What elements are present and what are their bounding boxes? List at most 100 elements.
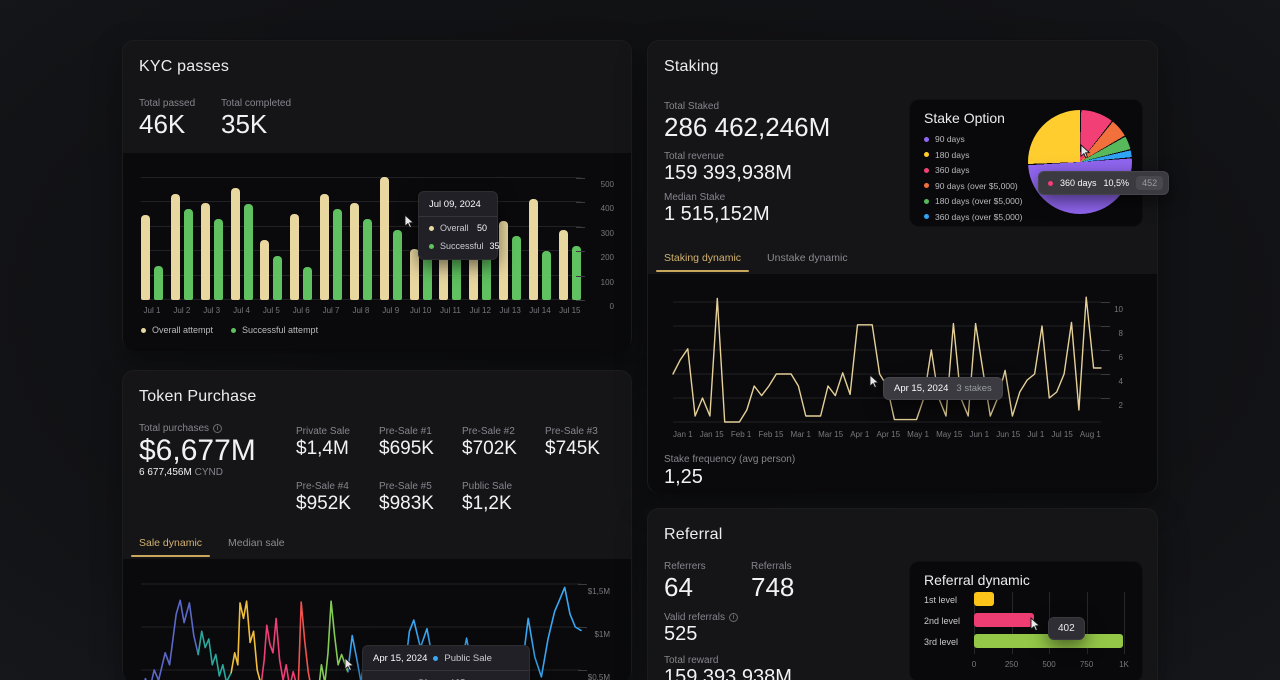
axis-label: 750: [1072, 660, 1102, 669]
bar-group[interactable]: Jul 9: [380, 177, 402, 300]
tab-staking-dynamic[interactable]: Staking dynamic: [656, 246, 749, 272]
bar-group[interactable]: Jul 8: [350, 203, 372, 300]
token-tabs: Sale dynamic Median sale: [131, 531, 293, 557]
bar[interactable]: [974, 592, 994, 606]
private-sale-label: Private Sale: [296, 426, 350, 437]
tooltip-value: 402: [1058, 623, 1075, 634]
legend-item: Overall attempt: [141, 325, 213, 335]
presale2-value: $702K: [462, 438, 517, 460]
presale1-value: $695K: [379, 438, 434, 460]
axis-label: Jul 1: [144, 306, 161, 315]
bar-group[interactable]: Jul 6: [290, 214, 312, 300]
referrals-label: Referrals: [751, 561, 792, 572]
axis-label: May 15: [936, 430, 962, 439]
bar-group[interactable]: Jul 2: [171, 194, 193, 300]
axis-label: Jul 12: [470, 306, 491, 315]
bar-group[interactable]: Jul 5: [260, 240, 282, 300]
bar: [184, 209, 193, 300]
tooltip-header: Apr 15, 2024 Public Sale: [363, 646, 529, 671]
referrers-value: 64: [664, 572, 693, 603]
axis-label: Jul 2: [173, 306, 190, 315]
bar: [333, 209, 342, 300]
axis-label: Jan 15: [700, 430, 724, 439]
axis-label: 0: [588, 302, 614, 311]
axis-label: Apr 15: [876, 430, 900, 439]
axis-label: Mar 1: [791, 430, 811, 439]
axis-label: Jul 4: [233, 306, 250, 315]
tooltip-value: 35: [490, 241, 500, 251]
axis-label: Jul 1: [1027, 430, 1044, 439]
axis-label: Feb 15: [759, 430, 784, 439]
bar: [363, 219, 372, 300]
staking-card: Staking Total Staked 286 462,246M Total …: [647, 40, 1158, 493]
legend-dot-icon: [141, 328, 146, 333]
axis-label: Jul 11: [440, 306, 461, 315]
legend-label: Overall attempt: [152, 325, 213, 335]
referrals-value: 748: [751, 572, 794, 603]
axis-tick: [1101, 350, 1110, 351]
presale1-label: Pre-Sale #1: [379, 426, 432, 437]
bar-group[interactable]: Jul 3: [201, 203, 223, 300]
referral-card: Referral Referrers 64 Referrals 748 Vali…: [647, 508, 1158, 680]
median-stake-value: 1 515,152M: [664, 203, 770, 226]
axis-tick: [576, 276, 585, 277]
tab-median-sale[interactable]: Median sale: [220, 531, 293, 557]
total-purchases-sub: 6 677,456M CYND: [139, 467, 223, 478]
axis-tick: [576, 227, 585, 228]
bar-group[interactable]: Jul 1: [141, 215, 163, 300]
tooltip-value: 3 stakes: [956, 383, 991, 394]
presale4-label: Pre-Sale #4: [296, 481, 349, 492]
axis-label: Jul 6: [293, 306, 310, 315]
public-sale-value: $1,2K: [462, 493, 512, 515]
kyc-chart-area[interactable]: Jul 1 Jul 2 Jul 3 Jul 4 Jul 5 Jul 6 Jul 7 Jul 8…: [123, 153, 631, 351]
axis-label: 500: [588, 180, 614, 189]
bar-category-label: 2nd level: [924, 616, 960, 626]
legend-dot-icon: [924, 152, 929, 157]
axis-label: Jan 1: [673, 430, 693, 439]
bar: [559, 230, 568, 300]
bar: [350, 203, 359, 300]
tab-unstake-dynamic[interactable]: Unstake dynamic: [759, 246, 856, 272]
total-staked-value: 286 462,246M: [664, 112, 830, 143]
kyc-title: KYC passes: [139, 58, 229, 76]
staking-yaxis: 108642: [1101, 294, 1127, 446]
bar: [529, 199, 538, 300]
legend-dot-icon: [924, 214, 929, 219]
line-series: [141, 600, 198, 680]
info-icon[interactable]: [213, 424, 222, 433]
bar: [542, 251, 551, 300]
axis-label: 1K: [1109, 660, 1139, 669]
sale-tooltip: Apr 15, 2024 Public Sale $450,555 50 sal…: [362, 645, 530, 680]
pie-slice-dot-icon: [1048, 181, 1053, 186]
presale3-label: Pre-Sale #3: [545, 426, 598, 437]
stake-option-pie[interactable]: [1028, 110, 1132, 214]
cursor-pointer: [869, 374, 881, 389]
stake-option-panel: Stake Option 90 days180 days360 days90 d…: [909, 99, 1143, 227]
tooltip-label: Successful: [440, 241, 484, 251]
tooltip-date: Jul 09, 2024: [419, 192, 497, 217]
bar: [154, 266, 163, 300]
valid-referrals-label: Valid referrals: [664, 612, 738, 623]
axis-label: 8: [1105, 329, 1123, 338]
info-icon[interactable]: [729, 613, 738, 622]
legend-label: 180 days (over $5,000): [935, 196, 1022, 206]
referral-dynamic-chart[interactable]: 02505007501K1st level2nd level3rd level: [910, 592, 1144, 680]
bar-group[interactable]: Jul 13: [499, 221, 521, 300]
axis-label: Jul 15: [1051, 430, 1072, 439]
axis-label: May 1: [907, 430, 929, 439]
axis-label: 250: [997, 660, 1027, 669]
bar[interactable]: [974, 613, 1034, 627]
stake-option-legend: 90 days180 days360 days90 days (over $5,…: [924, 134, 1022, 222]
legend-dot-icon: [924, 199, 929, 204]
axis-label: Jun 15: [996, 430, 1020, 439]
kyc-bars: Jul 1 Jul 2 Jul 3 Jul 4 Jul 5 Jul 6 Jul 7 Jul 8…: [141, 178, 581, 300]
staking-title: Staking: [664, 58, 719, 76]
bar-group[interactable]: Jul 4: [231, 188, 253, 300]
bar-group[interactable]: Jul 7: [320, 194, 342, 300]
tab-sale-dynamic[interactable]: Sale dynamic: [131, 531, 210, 557]
bar: [499, 221, 508, 300]
cynd-unit: CYND: [195, 467, 223, 478]
bar-group[interactable]: Jul 14: [529, 199, 551, 300]
kyc-total-completed-label: Total completed: [221, 98, 291, 109]
valid-referrals-label-text: Valid referrals: [664, 612, 725, 623]
